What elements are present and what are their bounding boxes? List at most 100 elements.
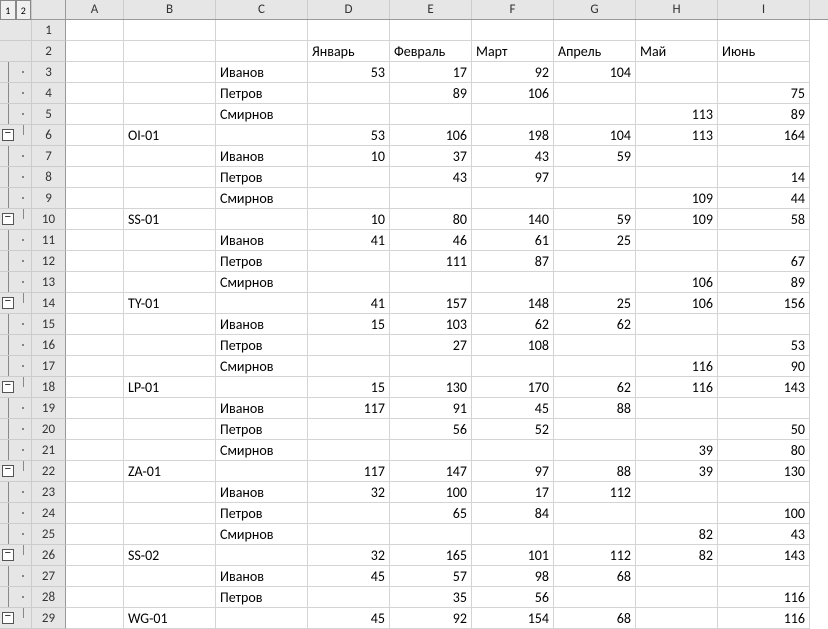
outline-collapse-icon[interactable]: − — [2, 213, 14, 225]
cell-H9[interactable]: 109 — [636, 188, 718, 209]
cell-A22[interactable] — [66, 461, 124, 482]
cell-D1[interactable] — [308, 20, 390, 41]
cell-B12[interactable] — [124, 251, 216, 272]
cell-I10[interactable]: 58 — [718, 209, 810, 230]
cell-A3[interactable] — [66, 62, 124, 83]
cell-B27[interactable] — [124, 566, 216, 587]
cell-F1[interactable] — [472, 20, 554, 41]
cell-G17[interactable] — [554, 356, 636, 377]
cell-I27[interactable] — [718, 566, 810, 587]
cell-E28[interactable]: 35 — [390, 587, 472, 608]
cell-H15[interactable] — [636, 314, 718, 335]
cell-C5[interactable]: Смирнов — [216, 104, 308, 125]
cell-H28[interactable] — [636, 587, 718, 608]
outline-level-2[interactable]: 2 — [16, 0, 32, 20]
cell-F11[interactable]: 61 — [472, 230, 554, 251]
cell-I21[interactable]: 80 — [718, 440, 810, 461]
cell-F23[interactable]: 17 — [472, 482, 554, 503]
col-header-a[interactable]: A — [66, 0, 124, 19]
cell-D3[interactable]: 53 — [308, 62, 390, 83]
row-number[interactable]: 6 — [32, 125, 66, 146]
cell-I13[interactable]: 89 — [718, 272, 810, 293]
cell-D23[interactable]: 32 — [308, 482, 390, 503]
cell-F15[interactable]: 62 — [472, 314, 554, 335]
cell-A10[interactable] — [66, 209, 124, 230]
cell-C28[interactable]: Петров — [216, 587, 308, 608]
outline-collapse-icon[interactable]: − — [2, 465, 14, 477]
cell-H26[interactable]: 82 — [636, 545, 718, 566]
cell-E16[interactable]: 27 — [390, 335, 472, 356]
cell-D6[interactable]: 53 — [308, 125, 390, 146]
cell-D17[interactable] — [308, 356, 390, 377]
cell-G15[interactable]: 62 — [554, 314, 636, 335]
row-number[interactable]: 9 — [32, 188, 66, 209]
cell-A2[interactable] — [66, 41, 124, 62]
cell-I7[interactable] — [718, 146, 810, 167]
cell-A26[interactable] — [66, 545, 124, 566]
cell-D4[interactable] — [308, 83, 390, 104]
cell-B6[interactable]: OI-01 — [124, 125, 216, 146]
cell-D19[interactable]: 117 — [308, 398, 390, 419]
cell-F25[interactable] — [472, 524, 554, 545]
cell-B20[interactable] — [124, 419, 216, 440]
cell-A15[interactable] — [66, 314, 124, 335]
cell-D2[interactable]: Январь — [308, 41, 390, 62]
cell-G18[interactable]: 62 — [554, 377, 636, 398]
cell-A14[interactable] — [66, 293, 124, 314]
cell-I17[interactable]: 90 — [718, 356, 810, 377]
cell-C15[interactable]: Иванов — [216, 314, 308, 335]
cell-F14[interactable]: 148 — [472, 293, 554, 314]
outline-level-1[interactable]: 1 — [0, 0, 16, 20]
cell-F5[interactable] — [472, 104, 554, 125]
row-number[interactable]: 21 — [32, 440, 66, 461]
cell-I18[interactable]: 143 — [718, 377, 810, 398]
cell-E21[interactable] — [390, 440, 472, 461]
cell-D9[interactable] — [308, 188, 390, 209]
cell-C18[interactable] — [216, 377, 308, 398]
cell-B18[interactable]: LP-01 — [124, 377, 216, 398]
cell-B1[interactable] — [124, 20, 216, 41]
cell-E10[interactable]: 80 — [390, 209, 472, 230]
row-number[interactable]: 4 — [32, 83, 66, 104]
cell-A6[interactable] — [66, 125, 124, 146]
cell-I11[interactable] — [718, 230, 810, 251]
cell-C4[interactable]: Петров — [216, 83, 308, 104]
cell-A24[interactable] — [66, 503, 124, 524]
cell-F8[interactable]: 97 — [472, 167, 554, 188]
col-header-d[interactable]: D — [308, 0, 390, 19]
cell-G24[interactable] — [554, 503, 636, 524]
cell-B5[interactable] — [124, 104, 216, 125]
cell-B3[interactable] — [124, 62, 216, 83]
cell-A29[interactable] — [66, 608, 124, 629]
cell-A16[interactable] — [66, 335, 124, 356]
cell-D7[interactable]: 10 — [308, 146, 390, 167]
cell-I2[interactable]: Июнь — [718, 41, 810, 62]
row-number[interactable]: 10 — [32, 209, 66, 230]
cell-E20[interactable]: 56 — [390, 419, 472, 440]
cell-B26[interactable]: SS-02 — [124, 545, 216, 566]
cell-A19[interactable] — [66, 398, 124, 419]
cell-H6[interactable]: 113 — [636, 125, 718, 146]
cell-E12[interactable]: 111 — [390, 251, 472, 272]
row-number[interactable]: 24 — [32, 503, 66, 524]
cell-H12[interactable] — [636, 251, 718, 272]
cell-E26[interactable]: 165 — [390, 545, 472, 566]
cell-F21[interactable] — [472, 440, 554, 461]
cell-C6[interactable] — [216, 125, 308, 146]
cell-C17[interactable]: Смирнов — [216, 356, 308, 377]
cell-F20[interactable]: 52 — [472, 419, 554, 440]
row-number[interactable]: 14 — [32, 293, 66, 314]
cell-I16[interactable]: 53 — [718, 335, 810, 356]
cell-C10[interactable] — [216, 209, 308, 230]
cell-C13[interactable]: Смирнов — [216, 272, 308, 293]
cell-B19[interactable] — [124, 398, 216, 419]
cell-D21[interactable] — [308, 440, 390, 461]
cell-E4[interactable]: 89 — [390, 83, 472, 104]
cell-H8[interactable] — [636, 167, 718, 188]
cell-B24[interactable] — [124, 503, 216, 524]
cell-G9[interactable] — [554, 188, 636, 209]
cell-C14[interactable] — [216, 293, 308, 314]
cell-G2[interactable]: Апрель — [554, 41, 636, 62]
cell-D29[interactable]: 45 — [308, 608, 390, 629]
cell-D22[interactable]: 117 — [308, 461, 390, 482]
